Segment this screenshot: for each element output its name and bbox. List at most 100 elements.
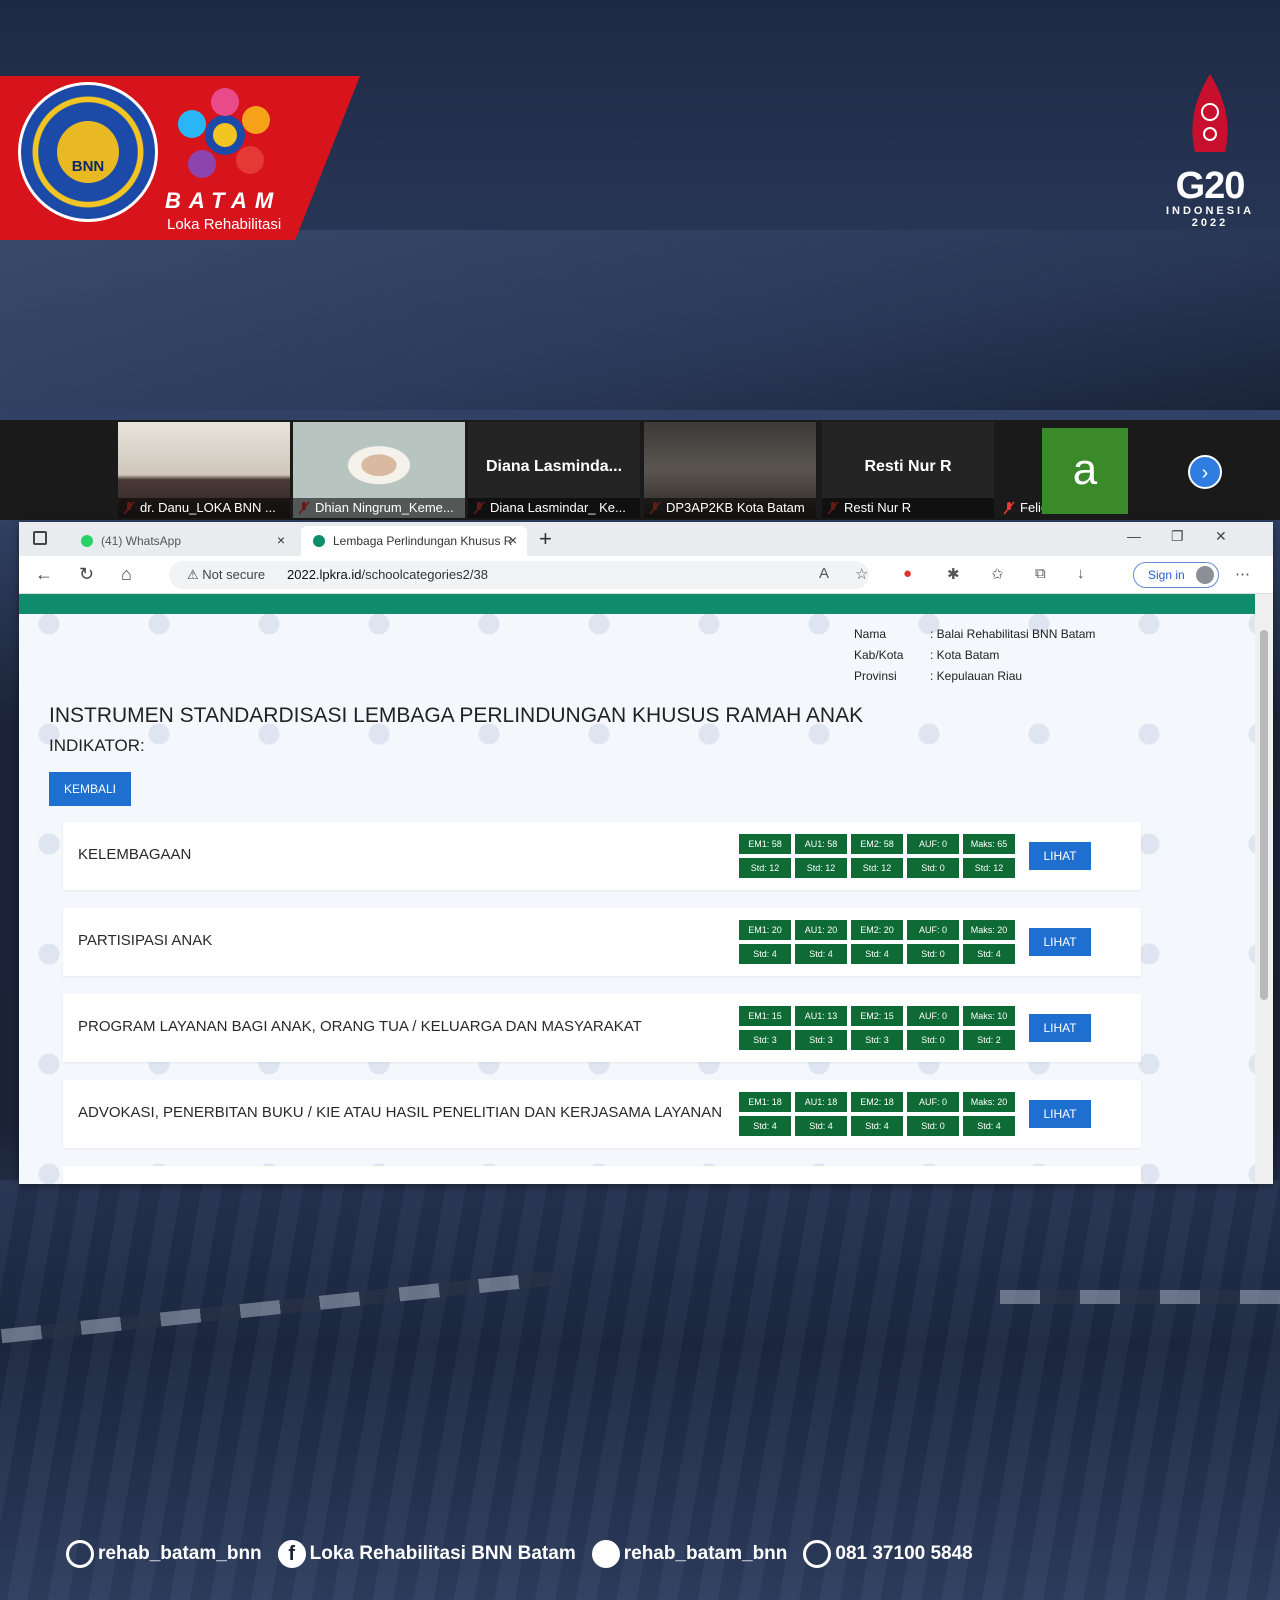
tab-label: (41) WhatsApp [101,534,182,548]
score-badge: AUF: 0 [907,1092,959,1112]
participant-tile[interactable]: dr. Danu_LOKA BNN ... [118,422,290,518]
facebook-page: Loka Rehabilitasi BNN Batam [309,1543,576,1564]
page-title: INSTRUMEN STANDARDISASI LEMBAGA PERLINDU… [49,704,864,727]
std-badge: Std: 4 [739,1116,791,1136]
instagram-icon [66,1540,94,1568]
score-badges: EM1: 15 AU1: 13 EM2: 15 AUF: 0 Maks: 10 … [739,1006,1015,1050]
home-icon[interactable]: ⌂ [121,564,132,585]
institution-info: Nama : Balai Rehabilitasi BNN Batam Kab/… [854,624,1095,687]
sign-in-button[interactable]: Sign in [1133,562,1219,588]
participant-tile[interactable]: Diana Lasminda... Diana Lasmindar_ Ke... [468,422,640,518]
category-label: PROGRAM LAYANAN BAGI ANAK, ORANG TUA / K… [78,1018,642,1035]
participant-name: DP3AP2KB Kota Batam [644,498,816,518]
participant-avatar: a [1042,428,1128,514]
extension-icon[interactable]: ● [903,565,912,582]
kembali-button[interactable]: KEMBALI [49,772,131,806]
download-icon[interactable]: ↓ [1077,565,1085,582]
bnn-seal-logo: BNN [18,82,158,222]
std-badge: Std: 4 [795,1116,847,1136]
social-whatsapp: 081 37100 5848 [803,1540,973,1568]
std-badge: Std: 12 [739,858,791,878]
close-icon[interactable]: × [509,532,517,548]
score-badge: Maks: 65 [963,834,1015,854]
score-badge: AU1: 58 [795,834,847,854]
score-badges: EM1: 20 AU1: 20 EM2: 20 AUF: 0 Maks: 20 … [739,920,1015,964]
info-value: : Kepulauan Riau [930,669,1023,683]
info-key: Nama [854,627,887,641]
back-arrow-icon[interactable]: ← [35,564,53,585]
lihat-button[interactable]: LIHAT [1029,928,1091,956]
new-tab-button[interactable]: + [539,526,552,552]
maximize-icon[interactable]: ❐ [1171,528,1184,545]
tab-whatsapp[interactable]: (41) WhatsApp × [69,526,295,556]
minimize-icon[interactable]: — [1127,528,1141,544]
std-badge: Std: 0 [907,1116,959,1136]
participant-name: Diana Lasmindar_ Ke... [468,498,640,518]
score-badge: EM1: 20 [739,920,791,940]
info-row: Provinsi : Kepulauan Riau [854,666,1095,687]
scroll-thumb[interactable] [1260,630,1268,1000]
page-viewport: Nama : Balai Rehabilitasi BNN Batam Kab/… [19,594,1255,1184]
std-badge: Std: 4 [851,944,903,964]
indikator-heading: INDIKATOR: [49,736,145,755]
reload-icon[interactable]: ↻ [79,564,94,585]
brand-subtitle: Loka Rehabilitasi [167,216,282,233]
loka-rehab-flower-logo [178,88,270,178]
extensions-puzzle-icon[interactable]: ✱ [947,565,960,583]
lihat-button[interactable]: LIHAT [1029,1014,1091,1042]
close-icon[interactable]: × [277,532,285,548]
category-card: PROGRAM LAYANAN BAGI ANAK, ORANG TUA / K… [63,994,1141,1062]
url-text: 2022.lpkra.id/schoolcategories2/38 [287,567,488,582]
score-badge: Maks: 20 [963,920,1015,940]
category-card: KELEMBAGAAN EM1: 58 AU1: 58 EM2: 58 AUF:… [63,822,1141,890]
security-indicator[interactable]: ⚠ Not secure [187,567,265,583]
score-badge: EM1: 18 [739,1092,791,1112]
info-key: Kab/Kota [854,648,904,662]
lihat-button[interactable]: LIHAT [1029,842,1091,870]
close-window-icon[interactable]: ✕ [1215,528,1227,545]
category-card-partial [63,1166,1141,1184]
score-badge: Maks: 20 [963,1092,1015,1112]
std-badge: Std: 3 [739,1030,791,1050]
participant-tile[interactable]: Resti Nur R Resti Nur R [822,422,994,518]
std-badge: Std: 12 [795,858,847,878]
category-label: ADVOKASI, PENERBITAN BUKU / KIE ATAU HAS… [78,1104,723,1121]
std-badge: Std: 0 [907,858,959,878]
more-menu-icon[interactable]: ⋯ [1235,565,1250,583]
tab-bar: (41) WhatsApp × Lembaga Perlindungan Khu… [19,522,1273,556]
g20-year: 2022 [1191,217,1229,229]
score-badge: AUF: 0 [907,1006,959,1026]
collections-icon[interactable]: ⧉ [1035,565,1046,582]
url-input[interactable]: ⚠ Not secure 2022.lpkra.id/schoolcategor… [169,561,869,589]
site-favicon-icon [313,535,325,547]
chevron-right-icon: › [1201,462,1209,484]
std-badge: Std: 12 [851,858,903,878]
brand-city: BATAM [165,188,282,213]
participant-tile[interactable]: Dhian Ningrum_Keme... [293,422,465,518]
g20-country: INDONESIA [1165,205,1255,217]
category-card: PARTISIPASI ANAK EM1: 20 AU1: 20 EM2: 20… [63,908,1141,976]
favorite-star-icon[interactable]: ☆ [855,565,868,583]
score-badge: AU1: 20 [795,920,847,940]
address-bar: ← ↻ ⌂ ⚠ Not secure 2022.lpkra.id/schoolc… [19,556,1273,594]
whatsapp-icon [81,535,93,547]
background-bridge [0,230,1280,410]
page-scrollbar[interactable] [1255,594,1273,1184]
facebook-icon: f [277,1540,306,1568]
participant-name: Dhian Ningrum_Keme... [293,498,465,518]
favorites-icon[interactable]: ✩ [991,565,1004,583]
std-badge: Std: 4 [739,944,791,964]
tab-actions-icon[interactable] [33,531,47,545]
info-row: Nama : Balai Rehabilitasi BNN Batam [854,624,1095,645]
social-facebook: f Loka Rehabilitasi BNN Batam [277,1540,576,1568]
read-aloud-icon[interactable]: A [819,565,829,582]
std-badge: Std: 12 [963,858,1015,878]
profile-avatar-icon [1196,566,1214,584]
tab-lpkra[interactable]: Lembaga Perlindungan Khusus R × [301,526,527,556]
score-badge: EM1: 58 [739,834,791,854]
next-page-button[interactable]: › [1188,455,1222,489]
participant-tile[interactable]: DP3AP2KB Kota Batam [644,422,816,518]
lihat-button[interactable]: LIHAT [1029,1100,1091,1128]
score-badge: AUF: 0 [907,920,959,940]
security-label: Not secure [202,567,266,582]
